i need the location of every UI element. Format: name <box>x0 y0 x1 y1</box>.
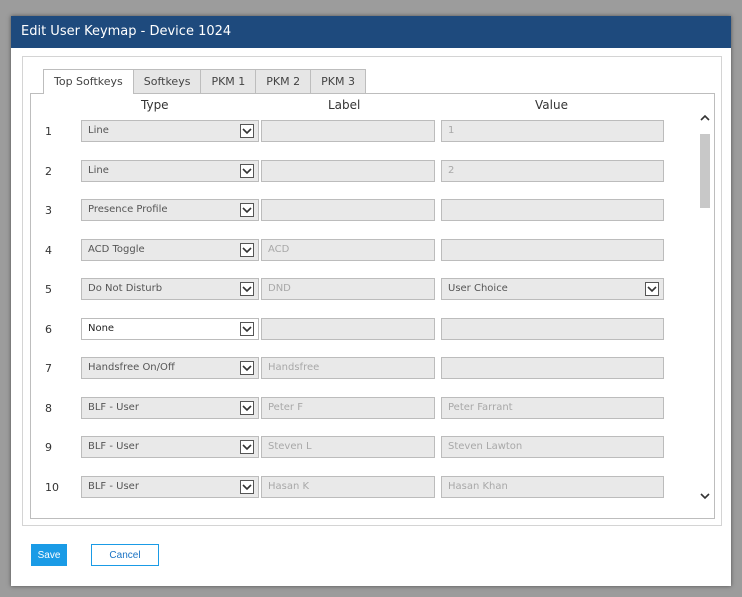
row-number: 1 <box>45 125 52 138</box>
keymap-row: 9 BLF - User Steven L Steven Lawton <box>31 436 701 460</box>
row-number: 5 <box>45 283 52 296</box>
value-text: Steven Lawton <box>448 441 523 452</box>
label-field[interactable]: Handsfree <box>261 357 435 379</box>
type-select[interactable]: BLF - User <box>81 396 259 419</box>
type-select-value: BLF - User <box>88 480 139 492</box>
value-field[interactable]: Peter Farrant <box>441 396 664 419</box>
value-text: Peter Farrant <box>448 401 513 413</box>
chevron-down-icon[interactable] <box>240 282 254 296</box>
dialog-content: Top Softkeys Softkeys PKM 1 PKM 2 PKM 3 … <box>22 56 722 526</box>
value-field[interactable]: 1 <box>441 120 664 142</box>
label-field[interactable]: DND <box>261 278 435 300</box>
label-field[interactable] <box>261 120 435 142</box>
value-field[interactable] <box>441 317 664 340</box>
type-select[interactable]: Handsfree On/Off <box>81 357 259 379</box>
tab-bar: Top Softkeys Softkeys PKM 1 PKM 2 PKM 3 <box>43 69 366 94</box>
type-select[interactable]: Presence Profile <box>81 199 259 221</box>
scrollbar-thumb[interactable] <box>700 134 710 208</box>
keymap-row: 4 ACD Toggle ACD <box>31 238 701 263</box>
value-field[interactable] <box>441 199 664 221</box>
value-text: 2 <box>448 164 455 176</box>
dialog-title: Edit User Keymap - Device 1024 <box>11 16 731 48</box>
chevron-down-icon[interactable] <box>240 163 254 178</box>
keymap-row: 6 None <box>31 317 701 342</box>
value-field[interactable]: 2 <box>441 159 664 182</box>
type-select-value: Line <box>88 125 109 136</box>
value-text: Hasan Khan <box>448 480 508 492</box>
type-select-value: BLF - User <box>88 401 139 413</box>
save-button[interactable]: Save <box>31 544 67 566</box>
value-select[interactable]: User Choice <box>441 278 664 300</box>
label-field[interactable]: Hasan K <box>261 475 435 498</box>
value-text: 1 <box>448 125 455 136</box>
cancel-button[interactable]: Cancel <box>91 544 159 566</box>
value-text: User Choice <box>448 283 508 294</box>
chevron-down-icon[interactable] <box>240 124 254 138</box>
chevron-down-icon[interactable] <box>645 282 659 296</box>
value-field[interactable]: Hasan Khan <box>441 475 664 498</box>
chevron-down-icon[interactable] <box>240 361 254 375</box>
scroll-up-icon[interactable] <box>700 112 710 125</box>
tab-pkm-1[interactable]: PKM 1 <box>200 69 257 93</box>
keymap-panel: Type Label Value 1 Line 1 2 Line 2 3 Presence P… <box>30 93 715 519</box>
keymap-row: 7 Handsfree On/Off Handsfree <box>31 357 701 381</box>
type-select-value: Handsfree On/Off <box>88 362 175 373</box>
label-field[interactable]: ACD <box>261 238 435 261</box>
keymap-row: 10 BLF - User Hasan K Hasan Khan <box>31 475 701 500</box>
type-select-value: ACD Toggle <box>88 243 145 255</box>
label-field[interactable] <box>261 317 435 340</box>
type-select-value: BLF - User <box>88 441 139 452</box>
row-number: 10 <box>45 480 59 494</box>
label-column-header: Label <box>328 98 361 112</box>
row-number: 6 <box>45 322 52 336</box>
value-field[interactable] <box>441 238 664 261</box>
type-select[interactable]: Do Not Disturb <box>81 278 259 300</box>
keymap-row: 2 Line 2 <box>31 159 701 184</box>
value-column-header: Value <box>535 98 568 112</box>
value-field[interactable]: Steven Lawton <box>441 436 664 458</box>
type-select[interactable]: ACD Toggle <box>81 238 259 261</box>
type-column-header: Type <box>141 98 169 112</box>
type-select-value: Presence Profile <box>88 204 168 215</box>
row-number: 3 <box>45 204 52 217</box>
tab-pkm-3[interactable]: PKM 3 <box>310 69 366 93</box>
type-select[interactable]: None <box>81 317 259 340</box>
keymap-row: 1 Line 1 <box>31 120 701 144</box>
type-select-value: Do Not Disturb <box>88 283 163 294</box>
type-select-value: Line <box>88 164 109 176</box>
chevron-down-icon[interactable] <box>240 321 254 336</box>
tab-pkm-2[interactable]: PKM 2 <box>255 69 312 93</box>
chevron-down-icon[interactable] <box>240 440 254 454</box>
tab-softkeys[interactable]: Softkeys <box>132 69 202 93</box>
row-number: 8 <box>45 401 52 415</box>
keymap-row: 5 Do Not Disturb DND User Choice <box>31 278 701 302</box>
edit-keymap-dialog: Edit User Keymap - Device 1024 Top Softk… <box>11 16 731 586</box>
row-number: 4 <box>45 243 52 257</box>
chevron-down-icon[interactable] <box>240 242 254 257</box>
label-field[interactable]: Peter F <box>261 396 435 419</box>
chevron-down-icon[interactable] <box>240 400 254 415</box>
keymap-row: 3 Presence Profile <box>31 199 701 223</box>
row-number: 7 <box>45 362 52 375</box>
row-number: 2 <box>45 164 52 178</box>
value-field[interactable] <box>441 357 664 379</box>
type-select[interactable]: Line <box>81 159 259 182</box>
label-field[interactable]: Steven L <box>261 436 435 458</box>
row-number: 9 <box>45 441 52 454</box>
type-select[interactable]: BLF - User <box>81 475 259 498</box>
label-field[interactable] <box>261 199 435 221</box>
type-select[interactable]: Line <box>81 120 259 142</box>
label-field[interactable] <box>261 159 435 182</box>
keymap-row: 8 BLF - User Peter F Peter Farrant <box>31 396 701 421</box>
chevron-down-icon[interactable] <box>240 203 254 217</box>
type-select[interactable]: BLF - User <box>81 436 259 458</box>
scroll-down-icon[interactable] <box>700 490 710 503</box>
tab-top-softkeys[interactable]: Top Softkeys <box>43 69 134 94</box>
vertical-scrollbar[interactable] <box>696 94 714 518</box>
chevron-down-icon[interactable] <box>240 479 254 494</box>
type-select-value: None <box>88 322 115 334</box>
